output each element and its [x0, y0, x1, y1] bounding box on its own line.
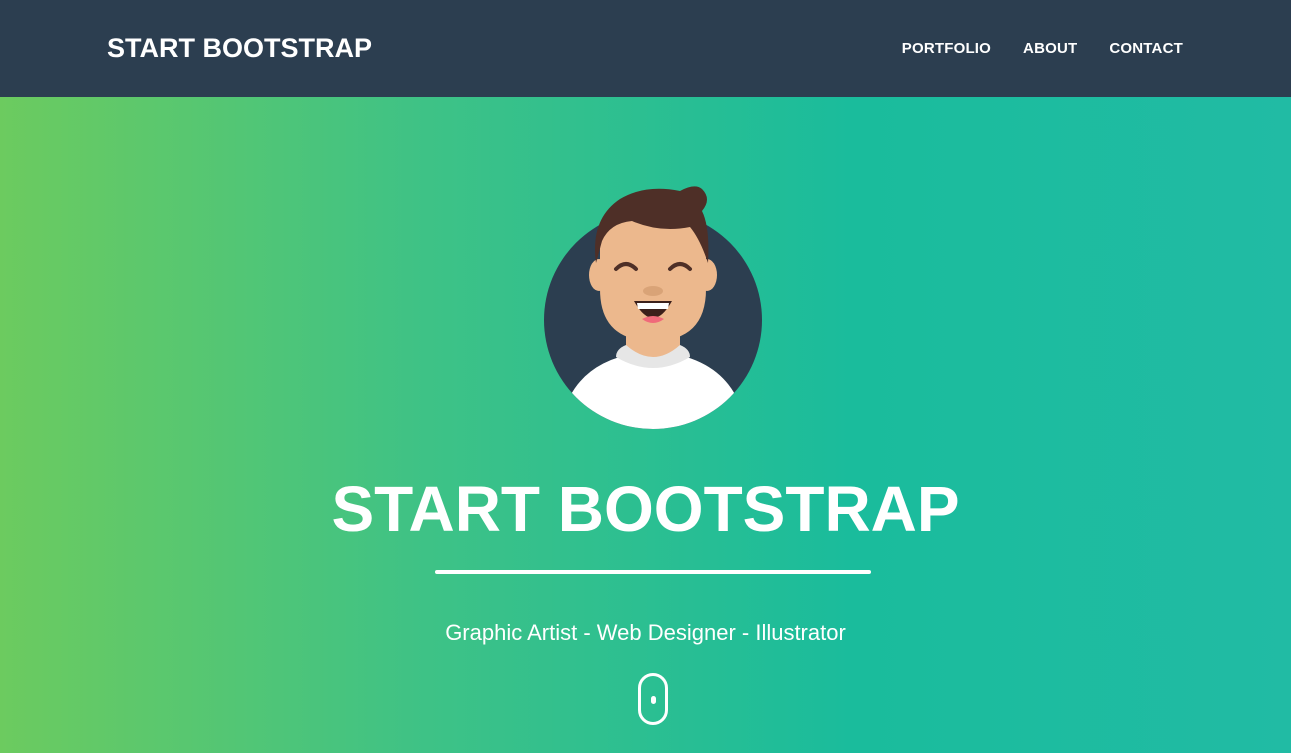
brand-link[interactable]: START BOOTSTRAP: [107, 33, 372, 64]
scroll-wheel-dot: [651, 696, 656, 704]
avatar: [540, 179, 766, 429]
mouse-scroll-icon[interactable]: [638, 673, 668, 725]
hero-subtitle: Graphic Artist - Web Designer - Illustra…: [445, 620, 846, 645]
nav-link-contact[interactable]: CONTACT: [1109, 40, 1183, 57]
navbar: START BOOTSTRAP PORTFOLIO ABOUT CONTACT: [0, 0, 1291, 97]
hero-section: START BOOTSTRAP Graphic Artist - Web Des…: [0, 97, 1291, 753]
nav-link-portfolio[interactable]: PORTFOLIO: [902, 40, 991, 57]
nav-links: PORTFOLIO ABOUT CONTACT: [902, 40, 1183, 57]
avatar-illustration-icon: [544, 186, 762, 429]
hero-title: START BOOTSTRAP: [331, 473, 960, 545]
title-divider: [435, 570, 871, 574]
nav-link-about[interactable]: ABOUT: [1023, 40, 1077, 57]
